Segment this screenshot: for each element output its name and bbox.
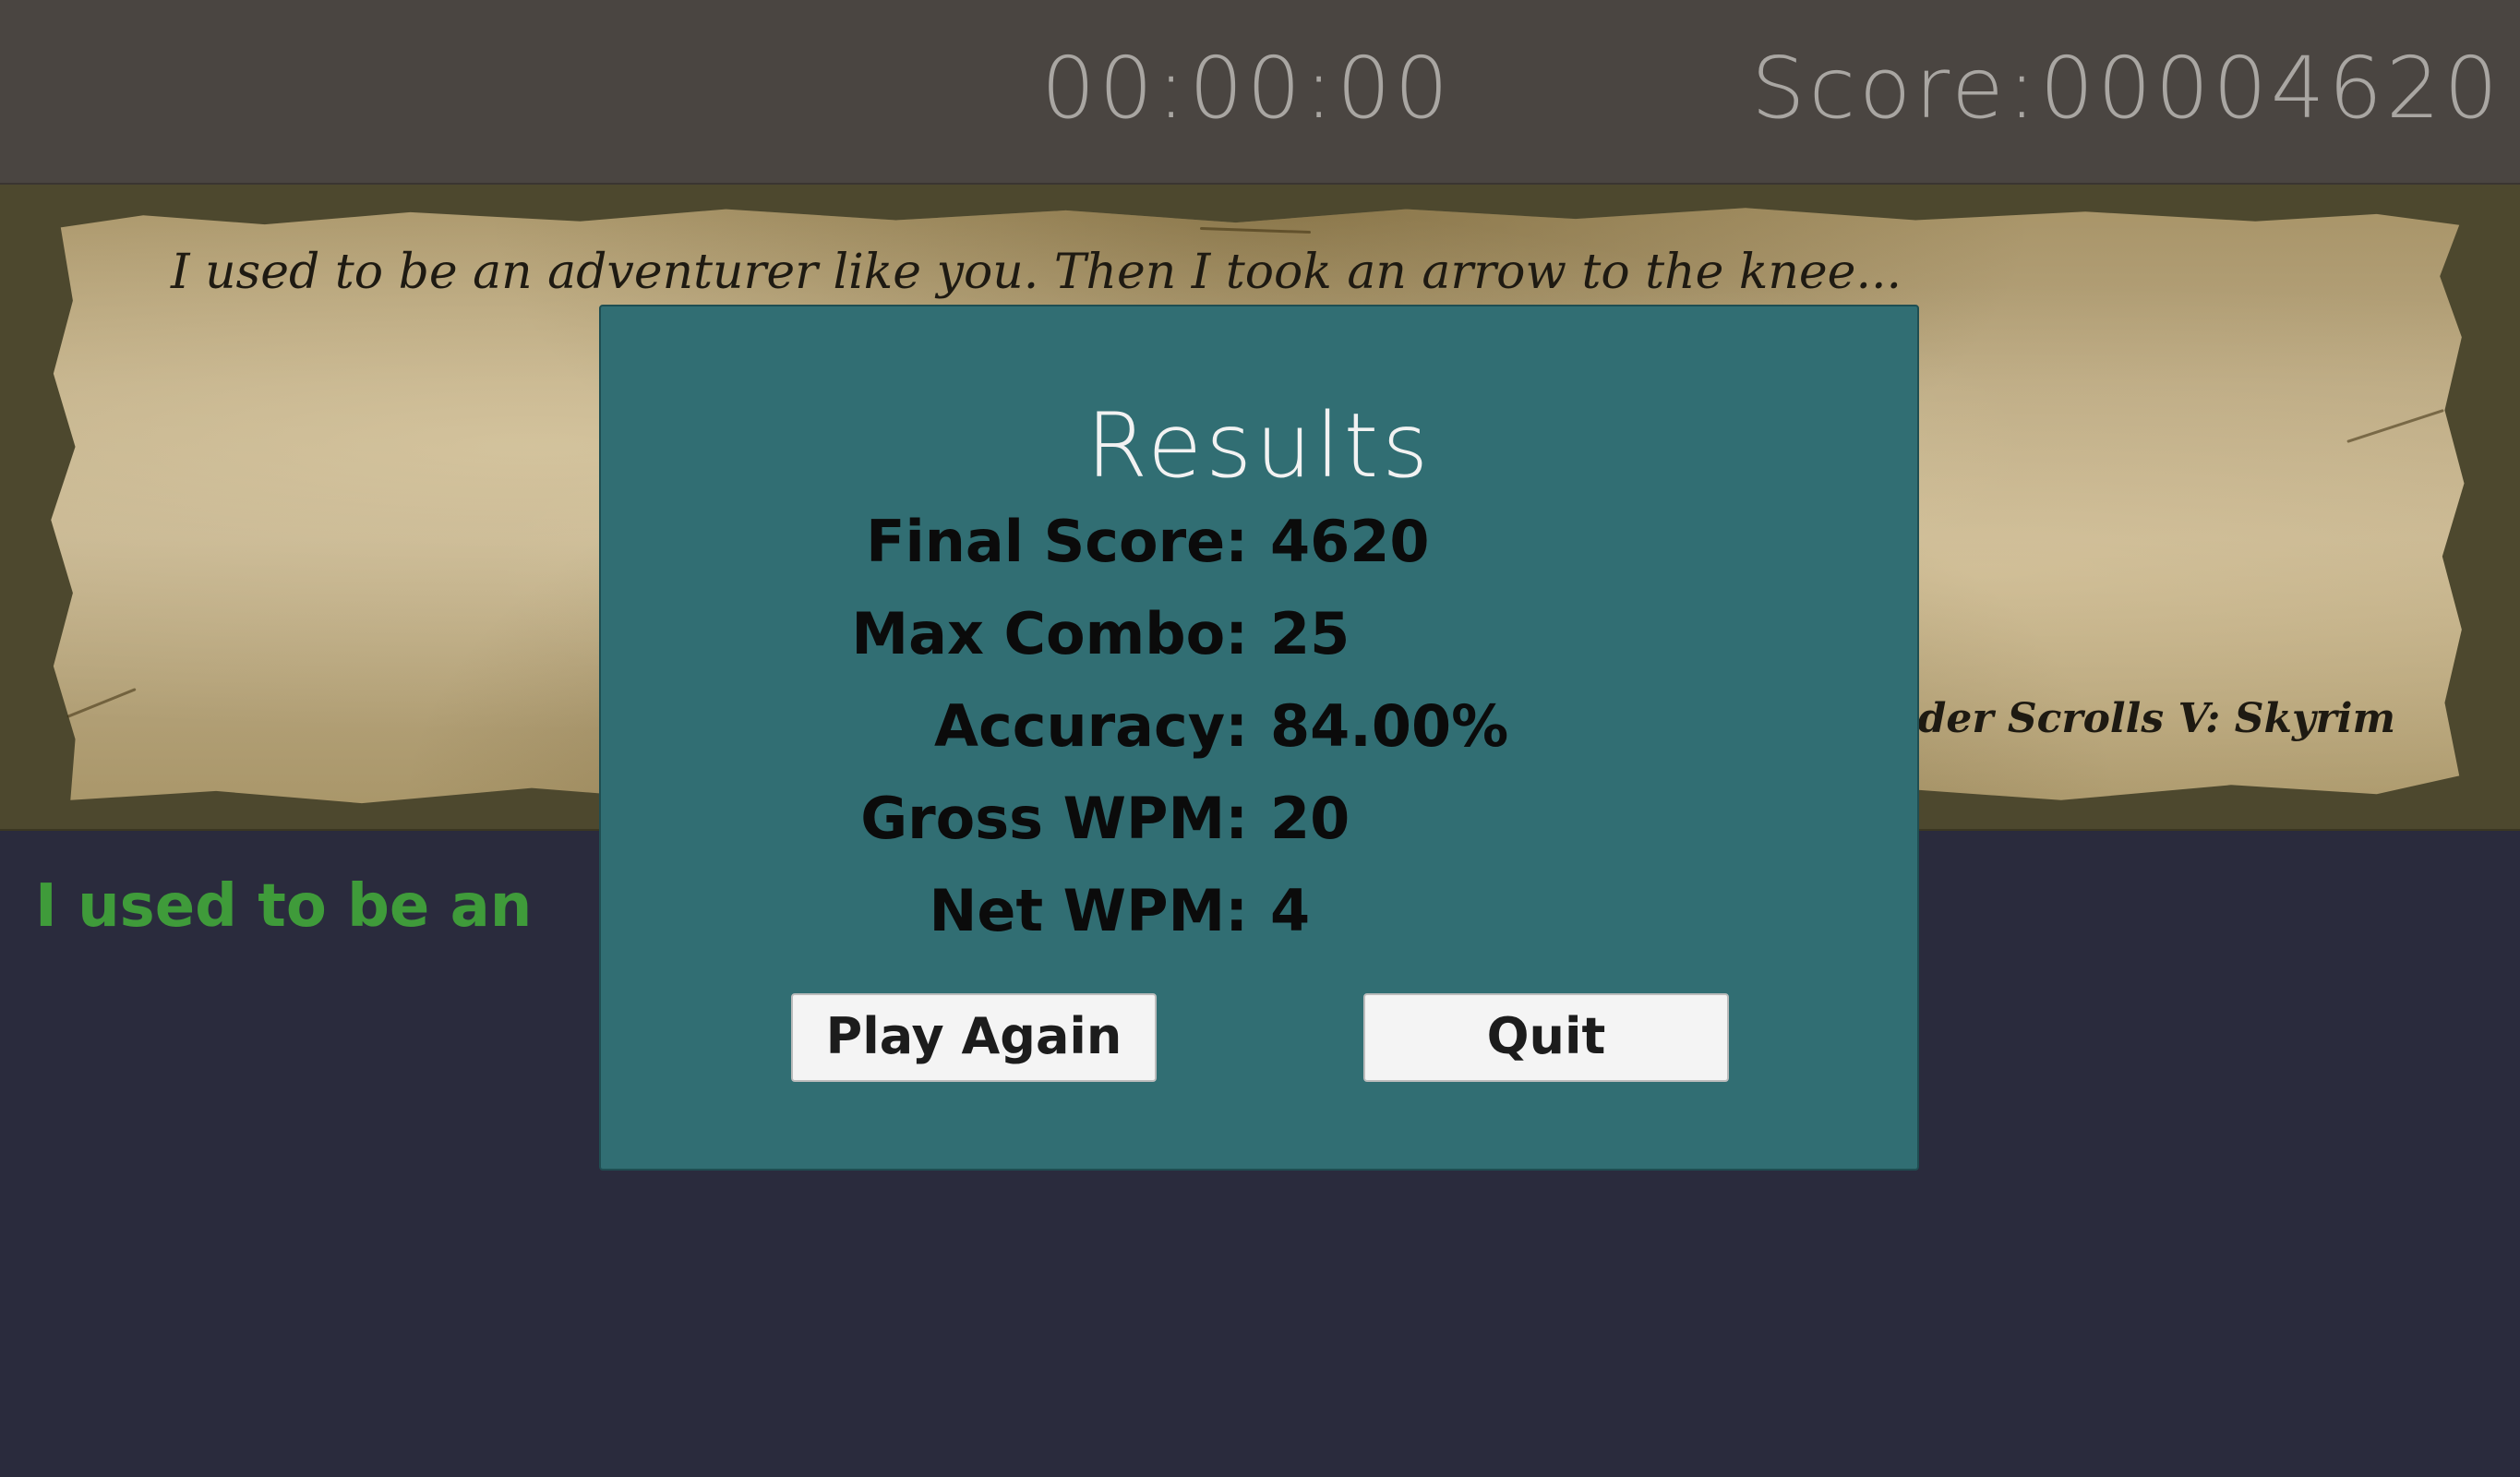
stat-label: Accuracy: <box>933 692 1248 760</box>
stat-value: 25 <box>1270 600 1350 667</box>
stat-row-accuracy: Accuracy: 84.00% <box>601 692 1917 766</box>
quit-button[interactable]: Quit <box>1363 993 1729 1082</box>
results-title: Results <box>1086 394 1433 498</box>
timer-display: 00:00:00 <box>1041 39 1453 138</box>
stat-label: Net WPM: <box>929 877 1248 944</box>
stat-value: 4620 <box>1270 508 1430 575</box>
stat-row-final-score: Final Score: 4620 <box>601 508 1917 582</box>
quote-text: I used to be an adventurer like you. The… <box>171 245 1902 300</box>
stat-label: Gross WPM: <box>860 785 1248 852</box>
typed-text: I used to be an <box>35 872 533 941</box>
stat-row-gross-wpm: Gross WPM: 20 <box>601 785 1917 859</box>
results-dialog: Results Final Score: 4620 Max Combo: 25 … <box>599 305 1919 1171</box>
stat-label: Final Score: <box>866 508 1248 575</box>
top-bar: 00:00:00 Score:00004620 <box>0 0 2520 185</box>
stat-label: Max Combo: <box>851 600 1248 667</box>
quote-source: Elder Scrolls V: Skyrim <box>1871 695 2395 742</box>
stat-value: 4 <box>1270 877 1311 944</box>
stat-row-max-combo: Max Combo: 25 <box>601 600 1917 674</box>
play-again-button[interactable]: Play Again <box>791 993 1157 1082</box>
stat-value: 20 <box>1270 785 1350 852</box>
score-display: Score:00004620 <box>1751 39 2502 138</box>
game-screen: 00:00:00 Score:00004620 I used to be an … <box>0 0 2520 1477</box>
stat-row-net-wpm: Net WPM: 4 <box>601 877 1917 951</box>
stat-value: 84.00% <box>1270 692 1509 760</box>
